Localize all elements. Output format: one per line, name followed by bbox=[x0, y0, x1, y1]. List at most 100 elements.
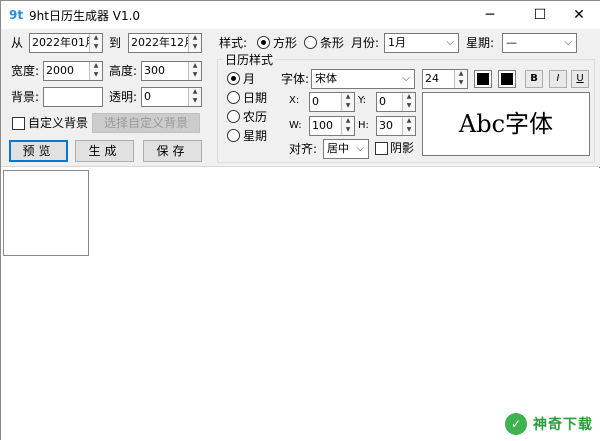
week-select[interactable]: — ⌵ bbox=[502, 33, 577, 53]
spin-down-icon[interactable]: ▼ bbox=[189, 70, 201, 79]
x-spinner[interactable]: ▲ ▼ bbox=[341, 93, 354, 111]
element-month-label: 月 bbox=[243, 72, 256, 86]
y-spinner[interactable]: ▲ ▼ bbox=[402, 93, 415, 111]
italic-button[interactable]: I bbox=[549, 70, 567, 88]
generate-button[interactable]: 生成 bbox=[75, 140, 134, 162]
spin-down-icon[interactable]: ▼ bbox=[90, 70, 102, 79]
font-color-swatch[interactable] bbox=[474, 70, 492, 88]
font-size-input[interactable]: 24 ▲ ▼ bbox=[422, 69, 468, 89]
element-lunar-radio[interactable] bbox=[227, 110, 240, 123]
w-value: 100 bbox=[312, 119, 333, 132]
calendar-thumbnail bbox=[3, 170, 89, 256]
x-input[interactable]: 0 ▲ ▼ bbox=[309, 92, 355, 112]
h-input[interactable]: 30 ▲ ▼ bbox=[376, 116, 416, 136]
element-weekday-label: 星期 bbox=[243, 129, 268, 143]
preview-button[interactable]: 预览 bbox=[9, 140, 68, 162]
spin-up-icon[interactable]: ▲ bbox=[189, 34, 201, 42]
shadow-color-swatch[interactable] bbox=[498, 70, 516, 88]
spin-down-icon[interactable]: ▼ bbox=[403, 101, 415, 110]
app-window: 9t 9ht日历生成器 V1.0 ─ ☐ ✕ 从 2022年01月 ▲ ▼ 到 2… bbox=[0, 0, 600, 441]
w-input[interactable]: 100 ▲ ▼ bbox=[309, 116, 355, 136]
spin-down-icon[interactable]: ▼ bbox=[189, 42, 201, 51]
spin-up-icon[interactable]: ▲ bbox=[342, 93, 354, 101]
week-label: 星期: bbox=[466, 36, 495, 50]
color-fill bbox=[501, 73, 513, 85]
underline-button[interactable]: U bbox=[571, 70, 589, 88]
save-button[interactable]: 保存 bbox=[143, 140, 202, 162]
width-input[interactable]: 2000 ▲ ▼ bbox=[43, 61, 103, 81]
h-value: 30 bbox=[379, 119, 393, 132]
shadow-label: 阴影 bbox=[390, 141, 415, 155]
chevron-down-icon: ⌵ bbox=[402, 73, 410, 84]
window-title: 9ht日历生成器 V1.0 bbox=[29, 9, 141, 23]
element-day-label: 日期 bbox=[243, 91, 268, 105]
spin-up-icon[interactable]: ▲ bbox=[455, 70, 467, 78]
shadow-checkbox[interactable] bbox=[375, 142, 388, 155]
x-label: X: bbox=[289, 95, 300, 106]
y-value: 0 bbox=[379, 95, 386, 108]
minimize-button[interactable]: ─ bbox=[468, 1, 512, 29]
custom-bg-checkbox[interactable] bbox=[12, 117, 25, 130]
from-date-input[interactable]: 2022年01月 ▲ ▼ bbox=[29, 33, 103, 53]
spin-up-icon[interactable]: ▲ bbox=[403, 93, 415, 101]
spin-up-icon[interactable]: ▲ bbox=[90, 62, 102, 70]
height-label: 高度: bbox=[109, 64, 138, 78]
font-select-value: 宋体 bbox=[315, 72, 337, 85]
spin-down-icon[interactable]: ▼ bbox=[342, 101, 354, 110]
chevron-down-icon: ⌵ bbox=[446, 37, 454, 48]
spin-up-icon[interactable]: ▲ bbox=[189, 62, 201, 70]
transparency-spinner[interactable]: ▲ ▼ bbox=[188, 88, 201, 106]
align-label: 对齐: bbox=[289, 142, 318, 156]
style-strip-radio[interactable] bbox=[304, 36, 317, 49]
h-spinner[interactable]: ▲ ▼ bbox=[402, 117, 415, 135]
to-date-spinner[interactable]: ▲ ▼ bbox=[188, 34, 201, 52]
y-input[interactable]: 0 ▲ ▼ bbox=[376, 92, 416, 112]
transparency-input[interactable]: 0 ▲ ▼ bbox=[141, 87, 202, 107]
align-select[interactable]: 居中 ⌵ bbox=[323, 139, 369, 159]
watermark-text: 神奇下载 bbox=[533, 417, 593, 433]
y-label: Y: bbox=[358, 95, 367, 106]
from-label: 从 bbox=[11, 36, 24, 50]
element-month-radio[interactable] bbox=[227, 72, 240, 85]
style-square-radio[interactable] bbox=[257, 36, 270, 49]
spin-down-icon[interactable]: ▼ bbox=[189, 96, 201, 105]
title-bar: 9t 9ht日历生成器 V1.0 ─ ☐ ✕ bbox=[1, 1, 600, 29]
spin-down-icon[interactable]: ▼ bbox=[90, 42, 102, 51]
spin-up-icon[interactable]: ▲ bbox=[342, 117, 354, 125]
from-date-spinner[interactable]: ▲ ▼ bbox=[89, 34, 102, 52]
w-label: W: bbox=[289, 120, 302, 131]
font-select[interactable]: 宋体 ⌵ bbox=[311, 69, 415, 89]
spin-up-icon[interactable]: ▲ bbox=[189, 88, 201, 96]
calendar-preview-canvas: ✓ 神奇下载 bbox=[1, 168, 600, 441]
height-input[interactable]: 300 ▲ ▼ bbox=[141, 61, 202, 81]
close-button[interactable]: ✕ bbox=[557, 1, 600, 29]
width-value: 2000 bbox=[46, 64, 74, 77]
element-day-radio[interactable] bbox=[227, 91, 240, 104]
width-label: 宽度: bbox=[11, 64, 40, 78]
font-sample-preview: Abc字体 bbox=[422, 92, 590, 156]
spin-down-icon[interactable]: ▼ bbox=[403, 125, 415, 134]
width-spinner[interactable]: ▲ ▼ bbox=[89, 62, 102, 80]
custom-bg-label: 自定义背景 bbox=[28, 116, 89, 130]
height-spinner[interactable]: ▲ ▼ bbox=[188, 62, 201, 80]
style-label: 样式: bbox=[219, 36, 248, 50]
to-date-input[interactable]: 2022年12月 ▲ ▼ bbox=[128, 33, 202, 53]
month-select[interactable]: 1月 ⌵ bbox=[384, 33, 459, 53]
element-weekday-radio[interactable] bbox=[227, 129, 240, 142]
style-square-label: 方形 bbox=[273, 36, 298, 50]
spin-down-icon[interactable]: ▼ bbox=[455, 78, 467, 87]
w-spinner[interactable]: ▲ ▼ bbox=[341, 117, 354, 135]
choose-custom-bg-button[interactable]: 选择自定义背景 bbox=[92, 113, 200, 133]
spin-down-icon[interactable]: ▼ bbox=[342, 125, 354, 134]
font-label: 字体: bbox=[281, 72, 310, 86]
color-fill bbox=[477, 73, 489, 85]
bold-button[interactable]: B bbox=[525, 70, 543, 88]
spin-up-icon[interactable]: ▲ bbox=[90, 34, 102, 42]
background-color-input[interactable] bbox=[43, 87, 103, 107]
spin-up-icon[interactable]: ▲ bbox=[403, 117, 415, 125]
chevron-down-icon: ⌵ bbox=[564, 37, 572, 48]
watermark-logo-icon: ✓ bbox=[505, 413, 527, 435]
to-label: 到 bbox=[109, 36, 122, 50]
maximize-button[interactable]: ☐ bbox=[518, 1, 562, 29]
font-size-spinner[interactable]: ▲ ▼ bbox=[454, 70, 467, 88]
